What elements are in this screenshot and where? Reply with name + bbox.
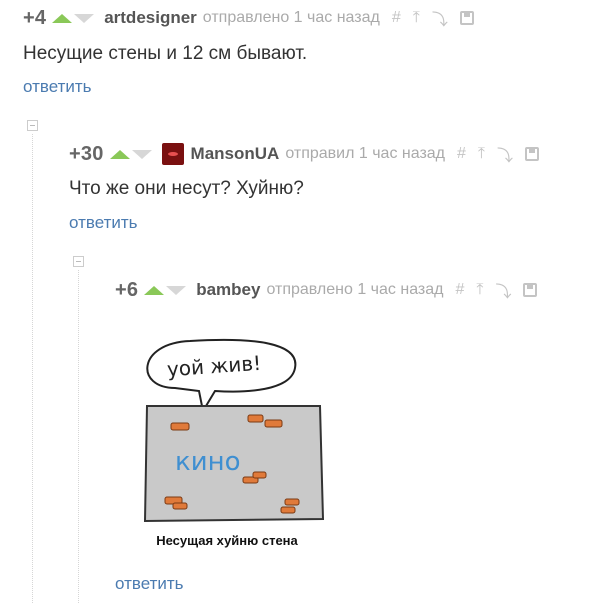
comment-header: +6 bambey отправлено 1 час назад # ⤒ ⤵ bbox=[115, 278, 549, 302]
permalink-icon[interactable]: # bbox=[392, 9, 401, 27]
parent-comment-icon[interactable]: ⤒ bbox=[413, 9, 420, 27]
parent-comment-icon[interactable]: ⤒ bbox=[476, 281, 483, 299]
comment-timestamp: отправлено 1 час назад bbox=[266, 281, 444, 298]
comment-tree-icon[interactable]: ⤵ bbox=[495, 278, 511, 302]
comment-header: +4 artdesigner отправлено 1 час назад # … bbox=[23, 6, 486, 30]
wall-graffiti: кино bbox=[175, 447, 241, 477]
collapse-thread-icon[interactable] bbox=[27, 120, 38, 131]
comment-text: Что же они несут? Хуйню? bbox=[69, 178, 304, 199]
comment-rating: +4 bbox=[23, 6, 47, 29]
comment-header: +30 MansonUA отправил 1 час назад # ⤒ ⤵ bbox=[69, 142, 551, 166]
image-caption: Несущая хуйню стена bbox=[156, 533, 298, 548]
comment-text: Несущие стены и 12 см бывают. bbox=[23, 43, 308, 64]
comment-rating: +6 bbox=[115, 278, 139, 301]
comment-tree-icon[interactable]: ⤵ bbox=[497, 142, 513, 166]
save-icon[interactable] bbox=[459, 11, 474, 25]
parent-comment-icon[interactable]: ⤒ bbox=[478, 145, 485, 163]
permalink-icon[interactable]: # bbox=[457, 145, 466, 163]
thread-line bbox=[32, 134, 33, 603]
thread-line bbox=[78, 270, 79, 603]
author-link[interactable]: artdesigner bbox=[104, 8, 197, 28]
comment-rating: +30 bbox=[69, 142, 104, 165]
save-icon[interactable] bbox=[523, 283, 538, 297]
comment-tree-icon[interactable]: ⤵ bbox=[432, 6, 448, 30]
downvote-icon[interactable] bbox=[74, 13, 95, 23]
upvote-icon[interactable] bbox=[109, 149, 130, 159]
permalink-icon[interactable]: # bbox=[455, 281, 464, 299]
comment-image[interactable]: уой жив! кино Несущая хуйню стена bbox=[115, 333, 340, 558]
save-icon[interactable] bbox=[525, 147, 540, 161]
comment-timestamp: отправлено 1 час назад bbox=[202, 9, 380, 26]
avatar[interactable] bbox=[161, 143, 184, 165]
comment-timestamp: отправил 1 час назад bbox=[285, 145, 446, 162]
comment-3: +6 bambey отправлено 1 час назад # ⤒ ⤵ bbox=[115, 278, 549, 302]
author-link[interactable]: bambey bbox=[196, 280, 260, 300]
author-link[interactable]: MansonUA bbox=[191, 144, 280, 164]
reply-link[interactable]: ответить bbox=[69, 213, 138, 233]
comment-1: +4 artdesigner отправлено 1 час назад # … bbox=[23, 6, 486, 30]
upvote-icon[interactable] bbox=[144, 285, 165, 295]
upvote-icon[interactable] bbox=[52, 13, 73, 23]
downvote-icon[interactable] bbox=[166, 285, 187, 295]
comment-2: +30 MansonUA отправил 1 час назад # ⤒ ⤵ bbox=[69, 142, 551, 166]
reply-link[interactable]: ответить bbox=[23, 77, 92, 97]
collapse-thread-icon[interactable] bbox=[73, 256, 84, 267]
downvote-icon[interactable] bbox=[131, 149, 152, 159]
reply-link[interactable]: ответить bbox=[115, 574, 184, 594]
